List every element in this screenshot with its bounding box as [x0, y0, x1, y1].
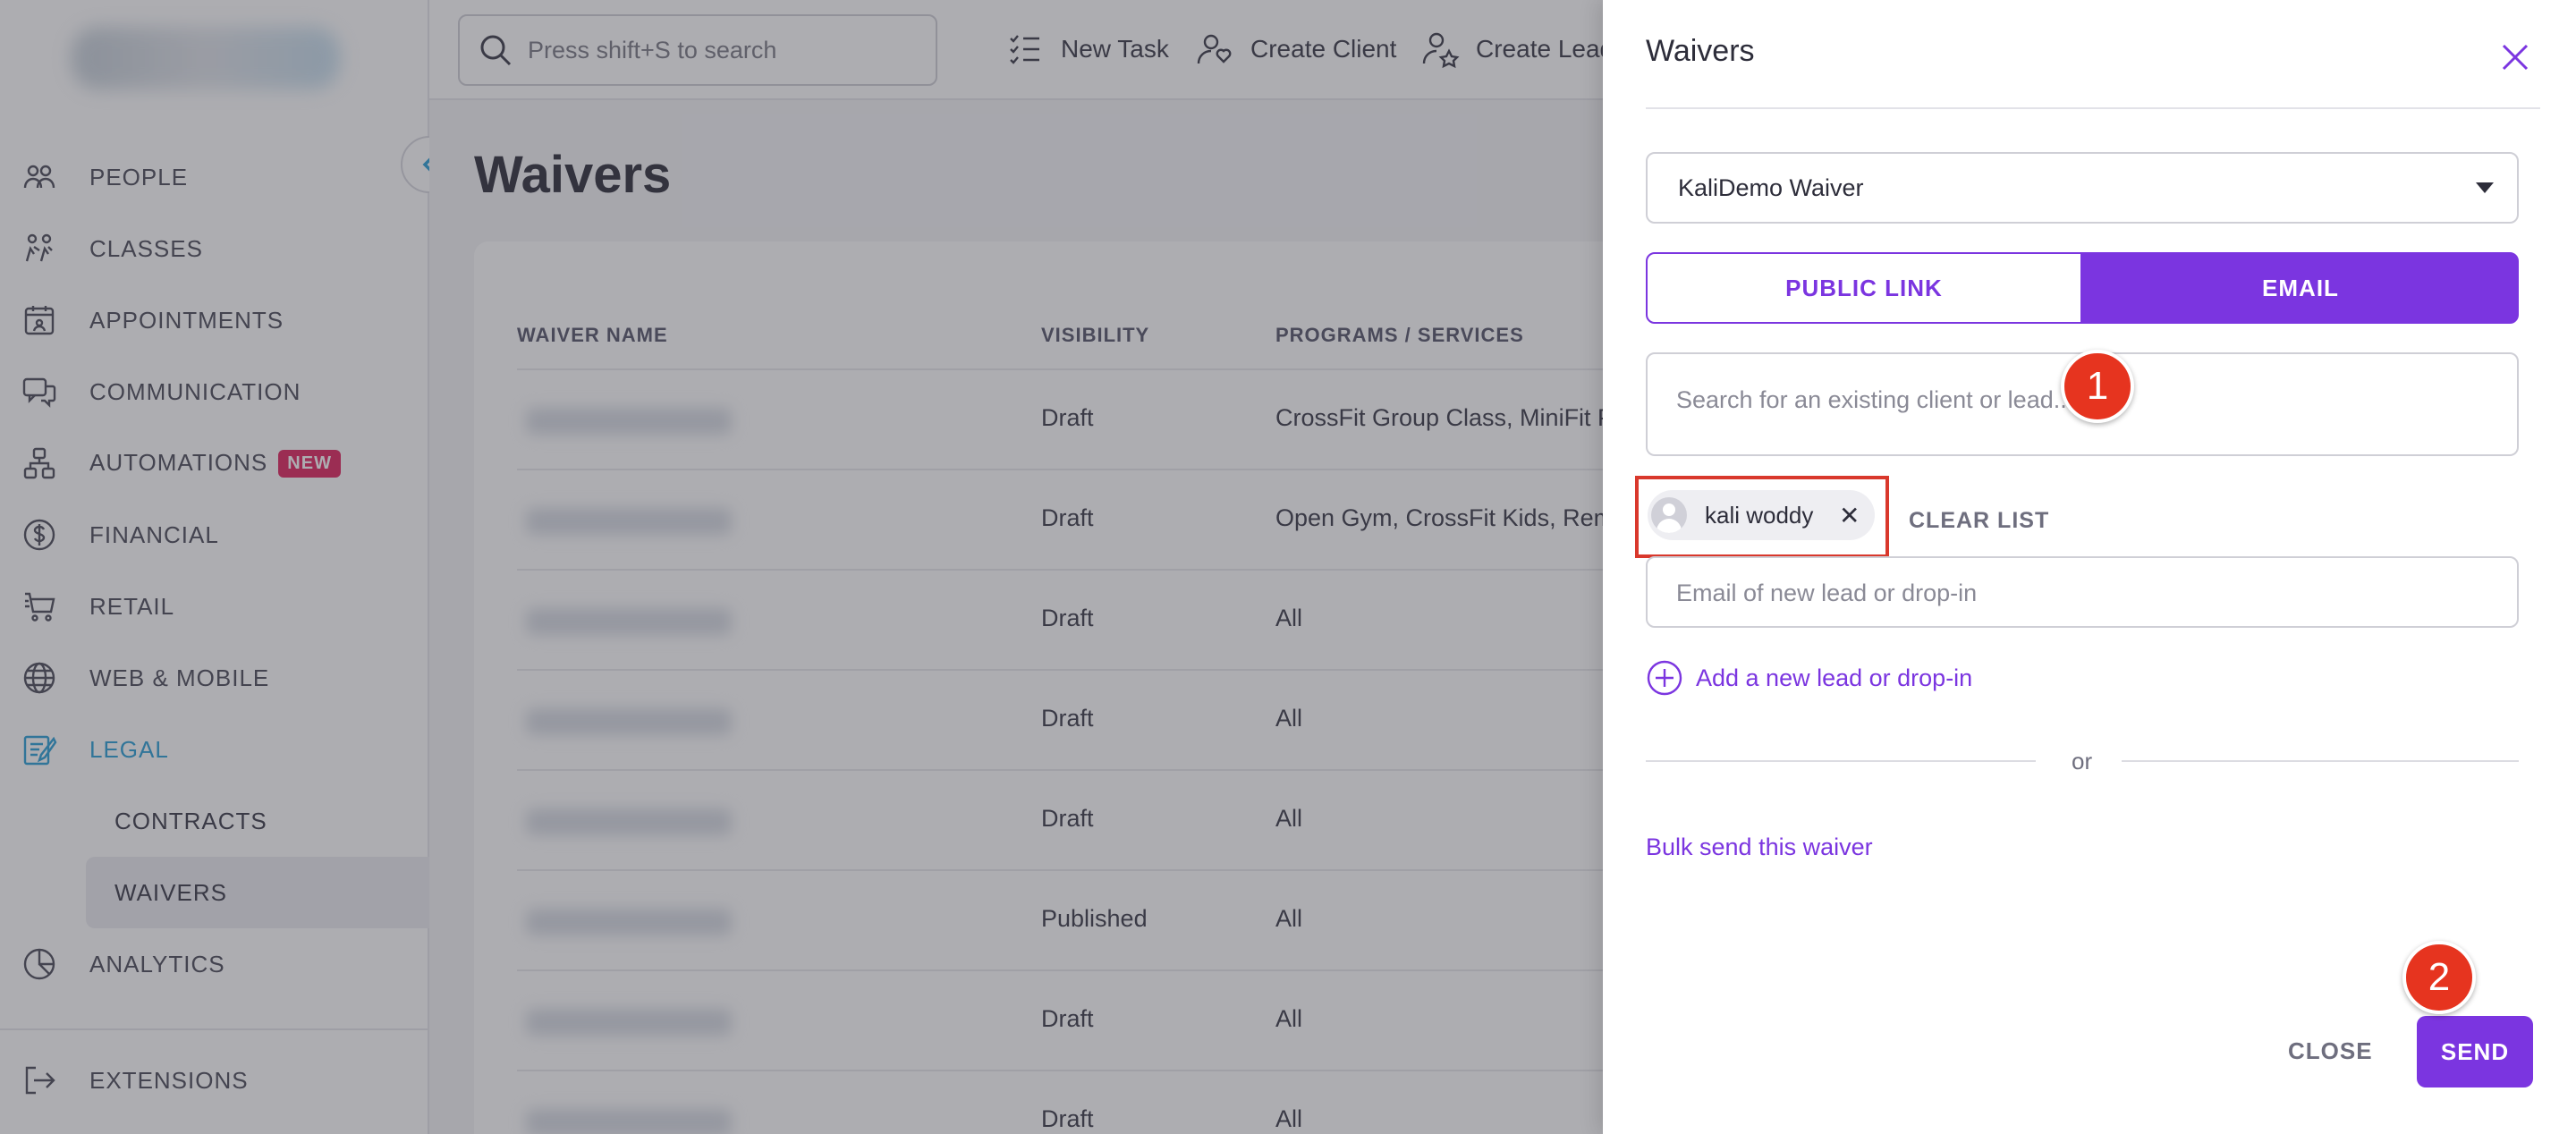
add-new-lead-label: Add a new lead or drop-in	[1696, 664, 1973, 691]
plus-circle-icon	[1647, 660, 1682, 696]
panel-close-button[interactable]	[2494, 36, 2537, 79]
or-divider-right	[2122, 760, 2519, 762]
recipient-chip: kali woddy ✕	[1648, 490, 1875, 540]
waiver-select[interactable]: KaliDemo Waiver	[1646, 152, 2519, 224]
delivery-toggle: PUBLIC LINK EMAIL	[1646, 252, 2519, 324]
new-lead-email-box	[1646, 556, 2519, 628]
modal-backdrop[interactable]	[0, 0, 1603, 1134]
clear-list-button[interactable]: CLEAR LIST	[1909, 508, 2049, 534]
or-divider-left	[1646, 760, 2036, 762]
send-waiver-panel: Waivers KaliDemo Waiver PUBLIC LINK EMAI…	[1603, 0, 2576, 1134]
close-button[interactable]: CLOSE	[2288, 1037, 2373, 1065]
bulk-send-link[interactable]: Bulk send this waiver	[1646, 834, 1873, 861]
close-icon	[2502, 44, 2529, 71]
panel-divider	[1646, 107, 2540, 109]
send-button[interactable]: SEND	[2417, 1016, 2533, 1087]
public-link-tab[interactable]: PUBLIC LINK	[1646, 252, 2082, 324]
add-new-lead-link[interactable]: Add a new lead or drop-in	[1646, 658, 1972, 698]
email-tab[interactable]: EMAIL	[2082, 252, 2519, 324]
recipient-chip-label: kali woddy	[1705, 502, 1814, 529]
new-lead-email-input[interactable]	[1676, 580, 2481, 607]
remove-recipient-icon[interactable]: ✕	[1839, 501, 1860, 530]
waiver-select-value: KaliDemo Waiver	[1678, 173, 1864, 201]
step-marker-2: 2	[2402, 941, 2476, 1014]
or-divider-text: or	[2072, 748, 2093, 774]
panel-title: Waivers	[1646, 34, 1755, 68]
selected-recipient-highlight: kali woddy ✕	[1635, 476, 1889, 558]
avatar	[1651, 497, 1687, 533]
caret-down-icon	[2476, 182, 2494, 193]
step-marker-1: 1	[2061, 350, 2134, 423]
